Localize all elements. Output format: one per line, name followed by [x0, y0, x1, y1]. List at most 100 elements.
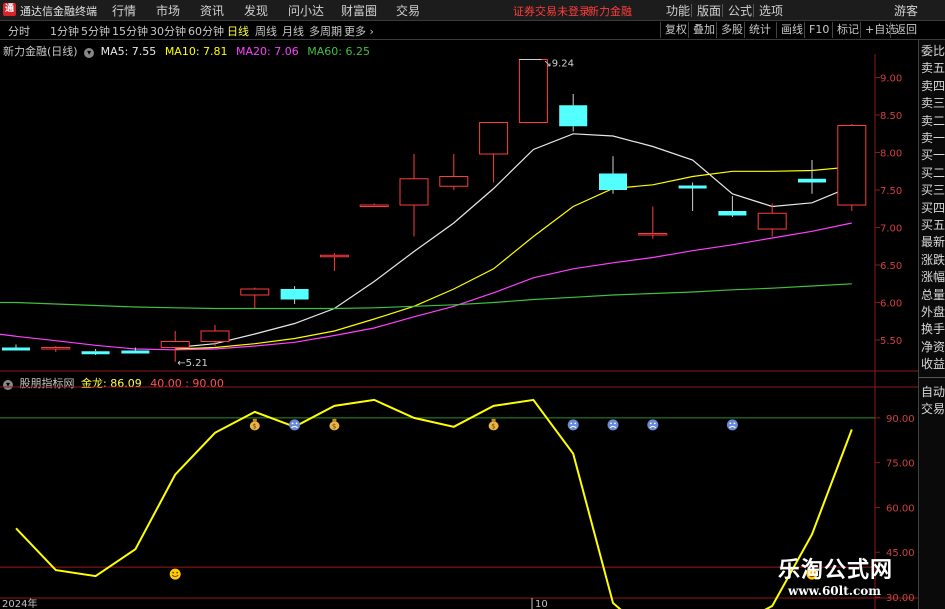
- bag-symbol: $: [252, 422, 256, 430]
- side-tab-0[interactable]: 委比: [921, 44, 945, 58]
- y-tick-label: 7.00: [880, 224, 902, 235]
- period-intraday[interactable]: 分时: [8, 23, 30, 39]
- side-tab-8[interactable]: 买三: [921, 183, 945, 197]
- candle-body: [160, 341, 190, 348]
- period-daily[interactable]: 日线: [227, 23, 249, 39]
- menu-trade[interactable]: 交易: [396, 2, 420, 19]
- candle-body: [439, 176, 469, 187]
- candle-body: [718, 211, 747, 216]
- period-1min[interactable]: 1分钟: [50, 23, 79, 39]
- login-warning[interactable]: 证券交易未登录: [513, 3, 590, 19]
- stats-button[interactable]: 统计: [744, 22, 771, 38]
- multi-stock-button[interactable]: 多股: [716, 22, 743, 38]
- side-tab-18[interactable]: 收益: [921, 357, 945, 371]
- up-candle: [399, 154, 429, 237]
- candle-body: [757, 212, 787, 230]
- up-candle: [757, 203, 787, 237]
- side-tab-20[interactable]: 交易: [921, 402, 945, 416]
- side-tab-19[interactable]: 自动: [921, 385, 945, 399]
- sad-face-icon: [289, 419, 301, 431]
- separator: [691, 4, 692, 17]
- side-tab-4[interactable]: 卖二: [921, 114, 945, 128]
- side-tab-1[interactable]: 卖五: [921, 61, 945, 75]
- menu-news[interactable]: 资讯: [200, 2, 224, 19]
- period-more[interactable]: 更多 ›: [344, 23, 374, 39]
- period-weekly[interactable]: 周线: [255, 23, 277, 39]
- side-tab-2[interactable]: 卖四: [921, 79, 945, 93]
- side-tab-5[interactable]: 卖一: [921, 131, 945, 145]
- indicator-line: [15, 398, 853, 609]
- period-monthly[interactable]: 月线: [282, 23, 304, 39]
- menu-discover[interactable]: 发现: [244, 2, 268, 19]
- money-bag-icon: $: [329, 418, 340, 431]
- up-candle: [359, 203, 389, 207]
- side-tab-7[interactable]: 买二: [921, 166, 945, 180]
- app-logo-icon: 通: [3, 3, 16, 16]
- money-bag-icon: $: [488, 418, 499, 431]
- sad-face-icon: [647, 419, 659, 431]
- menu-wealth[interactable]: 财富圈: [341, 2, 377, 19]
- options-button[interactable]: 选项: [759, 2, 783, 19]
- candle-body: [599, 173, 627, 190]
- overlay-button[interactable]: 叠加: [688, 22, 715, 38]
- side-tab-14[interactable]: 总量: [921, 288, 945, 302]
- adjust-button[interactable]: 复权: [660, 22, 687, 38]
- sad-face-icon: [726, 419, 738, 431]
- side-tab-17[interactable]: 净资: [921, 340, 945, 354]
- menu-quotes[interactable]: 行情: [112, 2, 136, 19]
- function-button[interactable]: 功能: [666, 2, 690, 19]
- chart-canvas[interactable]: 9.00 8.50 8.00 7.50 7.00 6.50 6.00 5.50 ↘9.24 ←…: [0, 40, 918, 609]
- moving-average-lines: [0, 133, 853, 351]
- app-title: 通达信金融终端: [20, 5, 97, 18]
- indicator-markers: $ $ $: [169, 418, 818, 580]
- side-tab-10[interactable]: 买五: [921, 218, 945, 232]
- menu-ask[interactable]: 问小达: [288, 2, 324, 19]
- face-circle: [289, 419, 301, 431]
- side-tab-6[interactable]: 买一: [921, 148, 945, 162]
- layout-button[interactable]: 版面: [697, 2, 721, 19]
- menu-market[interactable]: 市场: [156, 2, 180, 19]
- ind-tick-label: 75.00: [886, 459, 915, 470]
- back-button[interactable]: 返回: [890, 22, 917, 38]
- side-tab-11[interactable]: 最新: [921, 235, 945, 249]
- watermark-logo: 乐淘公式网 www.60lt.com: [778, 552, 918, 609]
- draw-button[interactable]: 画线: [776, 22, 803, 38]
- x-axis-label-year: 2024年: [2, 597, 37, 609]
- chevron-right-icon: ›: [369, 25, 374, 38]
- face-eye: [172, 571, 175, 574]
- candle-body: [559, 105, 588, 127]
- down-candle: [599, 156, 627, 194]
- candle-body: [121, 350, 150, 354]
- period-30min[interactable]: 30分钟: [150, 23, 186, 39]
- face-eye: [733, 422, 736, 425]
- mark-button[interactable]: 标记: [832, 22, 859, 38]
- down-candle: [678, 182, 707, 211]
- up-candle: [319, 253, 349, 271]
- side-tab-3[interactable]: 卖三: [921, 96, 945, 110]
- guest-button[interactable]: 游客: [894, 2, 918, 19]
- side-tab-15[interactable]: 外盘: [921, 305, 945, 319]
- candle-body: [200, 330, 230, 342]
- y-tick-label: 8.50: [880, 111, 902, 122]
- watermark-url: www.60lt.com: [788, 584, 881, 598]
- side-tab-12[interactable]: 涨跌: [921, 253, 945, 267]
- candle-body: [240, 288, 270, 296]
- period-multi[interactable]: 多周期: [309, 23, 342, 39]
- period-60min[interactable]: 60分钟: [188, 23, 224, 39]
- candle-body: [798, 178, 826, 183]
- side-tab-13[interactable]: 涨幅: [921, 270, 945, 284]
- side-tab-9[interactable]: 买四: [921, 201, 945, 215]
- candle-body: [2, 347, 30, 351]
- period-15min[interactable]: 15分钟: [112, 23, 148, 39]
- formula-button[interactable]: 公式: [728, 2, 752, 19]
- candle-body: [678, 185, 707, 189]
- stock-name-tab[interactable]: 新力金融: [588, 3, 632, 19]
- ma5-line: [175, 133, 853, 349]
- side-tab-16[interactable]: 换手: [921, 322, 945, 336]
- face-eye: [574, 422, 577, 425]
- candle-body: [638, 233, 668, 236]
- up-candle: [638, 206, 668, 239]
- f10-button[interactable]: F10: [804, 22, 829, 38]
- watermark-title: 乐淘公式网: [778, 558, 894, 583]
- period-5min[interactable]: 5分钟: [81, 23, 110, 39]
